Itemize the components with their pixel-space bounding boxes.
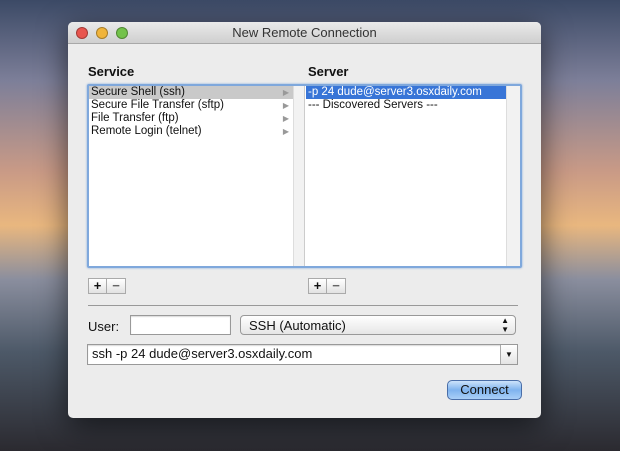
service-list[interactable]: Secure Shell (ssh) ▶ Secure File Transfer… (89, 86, 293, 266)
service-label: File Transfer (ftp) (91, 112, 179, 124)
remove-server-button[interactable]: − (327, 278, 346, 294)
updown-arrows-icon: ▲ ▼ (501, 316, 509, 334)
window-title: New Remote Connection (232, 25, 377, 40)
service-item[interactable]: File Transfer (ftp) ▶ (89, 112, 293, 125)
server-add-remove: + − (308, 278, 346, 294)
service-item[interactable]: Secure Shell (ssh) ▶ (89, 86, 293, 99)
chevron-right-icon: ▶ (282, 127, 289, 136)
command-value: ssh -p 24 dude@server3.osxdaily.com (92, 346, 313, 361)
service-item[interactable]: Secure File Transfer (sftp) ▶ (89, 99, 293, 112)
close-button[interactable] (76, 27, 88, 39)
user-label: User: (88, 319, 120, 334)
chevron-right-icon: ▶ (282, 114, 289, 123)
add-server-button[interactable]: + (308, 278, 327, 294)
divider (88, 305, 518, 306)
add-service-button[interactable]: + (88, 278, 107, 294)
protocol-selected: SSH (Automatic) (249, 318, 346, 333)
service-item[interactable]: Remote Login (telnet) ▶ (89, 125, 293, 138)
user-input[interactable] (130, 315, 231, 335)
server-item[interactable]: -p 24 dude@server3.osxdaily.com (306, 86, 506, 99)
server-list[interactable]: -p 24 dude@server3.osxdaily.com --- Disc… (306, 86, 506, 266)
chevron-down-icon[interactable]: ▼ (500, 345, 517, 364)
command-combobox[interactable]: ssh -p 24 dude@server3.osxdaily.com ▼ (87, 344, 518, 365)
service-add-remove: + − (88, 278, 126, 294)
service-scrollbar[interactable] (293, 86, 305, 266)
service-label: Secure Shell (ssh) (91, 86, 185, 98)
title-bar: New Remote Connection (68, 22, 541, 44)
zoom-button[interactable] (116, 27, 128, 39)
service-header: Service (88, 64, 135, 79)
new-remote-connection-window: New Remote Connection Service Server Sec… (68, 22, 541, 418)
minimize-button[interactable] (96, 27, 108, 39)
service-label: Remote Login (telnet) (91, 125, 202, 137)
server-scrollbar[interactable] (506, 86, 520, 266)
connect-button[interactable]: Connect (447, 380, 522, 400)
connection-lists: Secure Shell (ssh) ▶ Secure File Transfer… (87, 84, 522, 268)
server-header: Server (308, 64, 349, 79)
server-item[interactable]: --- Discovered Servers --- (306, 99, 506, 112)
service-label: Secure File Transfer (sftp) (91, 99, 224, 111)
chevron-right-icon: ▶ (282, 88, 289, 97)
remove-service-button[interactable]: − (107, 278, 126, 294)
protocol-select[interactable]: SSH (Automatic) ▲ ▼ (240, 315, 516, 335)
chevron-right-icon: ▶ (282, 101, 289, 110)
